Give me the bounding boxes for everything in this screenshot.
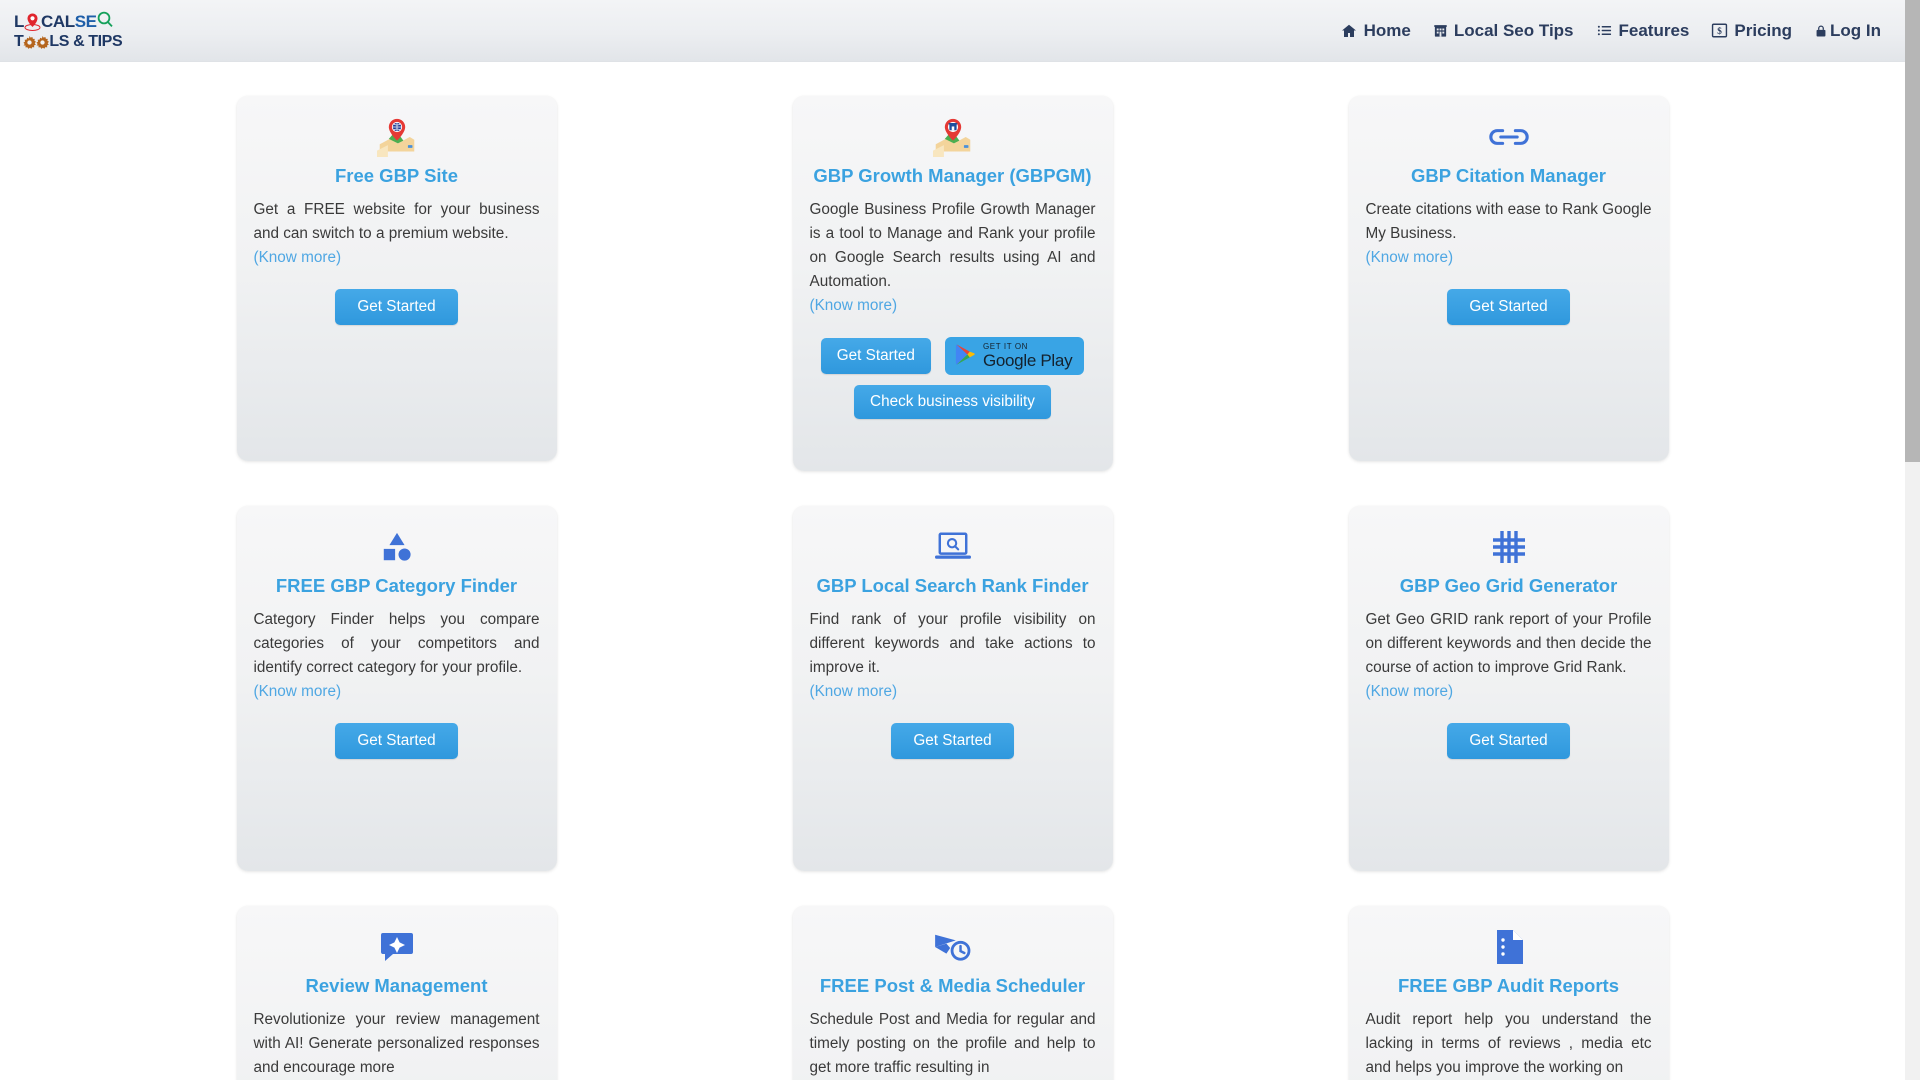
card-title: FREE GBP Audit Reports	[1398, 975, 1619, 996]
get-started-button[interactable]: Get Started	[1447, 289, 1570, 326]
chain-link-icon	[1488, 116, 1529, 158]
nav-item-log-in[interactable]: Log In	[1814, 21, 1881, 41]
tool-card-free-gbp-site[interactable]: Free GBP Site Get a FREE website for you…	[236, 96, 557, 461]
nav-item-features-label: Features	[1618, 20, 1690, 40]
know-more-link[interactable]: (Know more)	[1366, 680, 1652, 704]
nav-item-local-seo-tips[interactable]: Local Seo Tips	[1433, 21, 1574, 41]
card-description: Create citations with ease to Rank Googl…	[1365, 201, 1652, 243]
send-clock-icon	[933, 926, 973, 968]
logo-text-cal: CAL	[40, 11, 75, 31]
home-icon	[1340, 23, 1358, 39]
get-started-button[interactable]: Get Started	[335, 723, 458, 760]
get-started-button[interactable]: Get Started	[820, 338, 931, 375]
card-title: GBP Citation Manager	[1411, 165, 1606, 186]
card-title: Free GBP Site	[334, 165, 459, 186]
top-navigation-bar: L CAL SE T LS & TIPS Home Local Seo Tips…	[0, 0, 1905, 62]
nav-item-pricing[interactable]: $ Pricing	[1711, 21, 1792, 41]
get-started-button[interactable]: Get Started	[1447, 723, 1570, 760]
logo-text-l: L	[14, 11, 24, 31]
card-title: Review Management	[305, 975, 488, 996]
card-description: Get a FREE website for your business and…	[253, 201, 540, 243]
card-title: GBP Geo Grid Generator	[1399, 575, 1618, 596]
card-description: Find rank of your profile visibility on …	[809, 611, 1096, 677]
building-icon	[1433, 23, 1448, 39]
grid-icon	[1491, 526, 1527, 568]
card-description: Category Finder helps you compare catego…	[253, 611, 540, 677]
svg-text:$: $	[1718, 26, 1723, 36]
tool-card-gbp-growth-manager[interactable]: GBP Growth Manager (GBPGM) Google Busine…	[792, 96, 1113, 471]
nav-item-features[interactable]: Features	[1596, 20, 1690, 41]
tool-card-grid: Free GBP Site Get a FREE website for you…	[0, 62, 1905, 1080]
nav-item-pricing-label: Pricing	[1734, 20, 1793, 40]
shapes-icon	[379, 526, 415, 568]
card-description: Get Geo GRID rank report of your Profile…	[1365, 611, 1652, 677]
google-play-badge-button[interactable]: GET IT ON Google Play	[944, 337, 1085, 376]
logo-line-2: T LS & TIPS	[14, 32, 123, 52]
know-more-link[interactable]: (Know more)	[1366, 246, 1652, 270]
know-more-link[interactable]: (Know more)	[254, 680, 540, 704]
know-more-link[interactable]: (Know more)	[810, 680, 1096, 704]
nav-item-log-in-label: Log In	[1830, 20, 1881, 40]
card-title: FREE GBP Category Finder	[275, 575, 518, 596]
google-play-icon	[955, 343, 976, 369]
card-title: GBP Growth Manager (GBPGM)	[813, 165, 1092, 186]
tool-card-free-gbp-category-finder[interactable]: FREE GBP Category Finder Category Finder…	[236, 506, 557, 871]
card-title: GBP Local Search Rank Finder	[816, 575, 1089, 596]
logo-text-seo: SE	[74, 11, 97, 31]
get-started-button[interactable]: Get Started	[891, 723, 1014, 760]
tool-card-review-management[interactable]: Review Management Revolutionize your rev…	[236, 906, 557, 1080]
check-business-visibility-button[interactable]: Check business visibility	[854, 385, 1051, 420]
nav-item-local-seo-tips-label: Local Seo Tips	[1453, 20, 1574, 40]
google-play-name: Google Play	[982, 351, 1073, 371]
gear-icon-2	[36, 35, 50, 49]
card-button-row: Get Started GET IT ON Google Play	[810, 337, 1096, 376]
map-pin-store-icon	[931, 116, 975, 158]
nav-item-home-label: Home	[1363, 20, 1411, 40]
lock-icon	[1814, 23, 1828, 39]
card-secondary-button-row: Check business visibility	[810, 385, 1096, 420]
document-bullets-icon	[1494, 926, 1524, 968]
map-pin-icon	[24, 12, 41, 31]
nav-item-home[interactable]: Home	[1340, 21, 1411, 41]
card-description: Google Business Profile Growth Manager i…	[809, 201, 1096, 291]
tool-card-gbp-local-search-rank-finder[interactable]: GBP Local Search Rank Finder Find rank o…	[792, 506, 1113, 871]
google-play-label: GET IT ON Google Play	[982, 342, 1073, 371]
tool-card-gbp-geo-grid-generator[interactable]: GBP Geo Grid Generator Get Geo GRID rank…	[1348, 506, 1669, 871]
site-logo[interactable]: L CAL SE T LS & TIPS	[14, 9, 123, 52]
card-description: Audit report help you understand the lac…	[1365, 1011, 1652, 1077]
card-button-row: Get Started	[254, 289, 540, 326]
map-pin-globe-icon	[375, 116, 419, 158]
logo-magnifier-icon	[97, 11, 113, 31]
card-button-row: Get Started	[254, 723, 540, 760]
card-description: Revolutionize your review management wit…	[253, 1011, 540, 1077]
gear-icon-1	[23, 35, 37, 49]
logo-text-tools-tips: LS & TIPS	[49, 33, 123, 50]
tool-card-free-post-media-scheduler[interactable]: FREE Post & Media Scheduler Schedule Pos…	[792, 906, 1113, 1080]
google-play-get-it-on: GET IT ON	[982, 342, 1029, 352]
know-more-link[interactable]: (Know more)	[810, 294, 1096, 318]
tool-card-gbp-citation-manager[interactable]: GBP Citation Manager Create citations wi…	[1348, 96, 1669, 461]
tools-page: Free GBP Site Get a FREE website for you…	[0, 62, 1905, 1080]
card-title: FREE Post & Media Scheduler	[819, 975, 1086, 996]
get-started-button[interactable]: Get Started	[335, 289, 458, 326]
nav-link-list: Home Local Seo Tips Features $ Pricing L…	[1340, 21, 1887, 41]
page-scrollbar-thumb[interactable]	[1905, 0, 1920, 462]
card-button-row: Get Started	[810, 723, 1096, 760]
list-icon	[1596, 23, 1613, 38]
card-button-row: Get Started	[1366, 723, 1652, 760]
know-more-link[interactable]: (Know more)	[254, 246, 540, 270]
logo-text-t: T	[14, 33, 24, 50]
logo-line-1: L CAL SE	[14, 11, 122, 31]
card-button-row: Get Started	[1366, 289, 1652, 326]
card-description: Schedule Post and Media for regular and …	[809, 1011, 1096, 1077]
dollar-box-icon: $	[1711, 22, 1728, 39]
laptop-search-icon	[933, 526, 973, 568]
tool-card-free-gbp-audit-reports[interactable]: FREE GBP Audit Reports Audit report help…	[1348, 906, 1669, 1080]
chat-sparkle-icon	[379, 926, 415, 968]
